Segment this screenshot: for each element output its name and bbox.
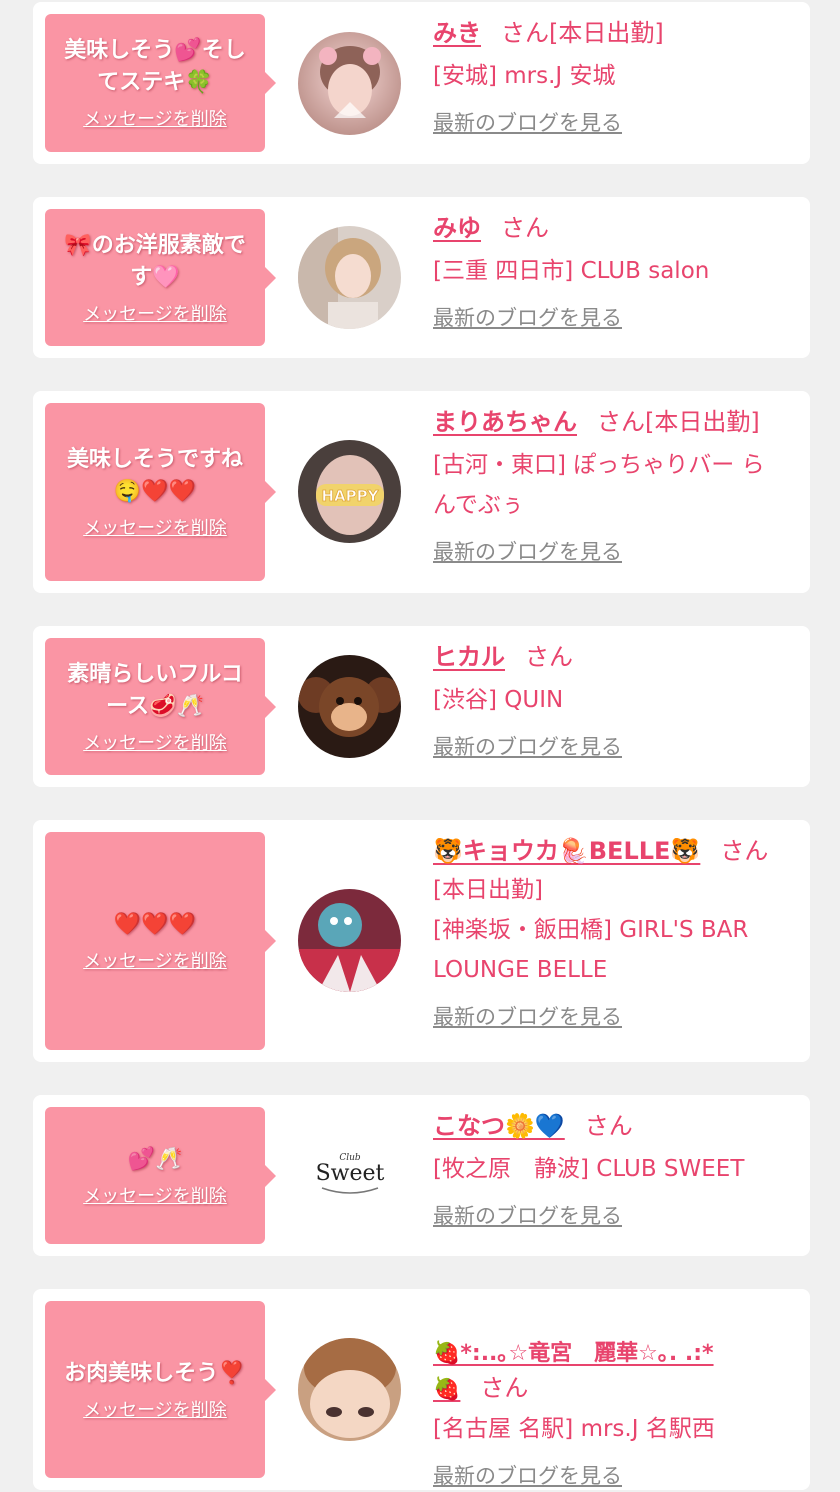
message-text: 🎀のお洋服素敵で す🩷 xyxy=(64,232,246,290)
delete-message-link[interactable]: メッセージを削除 xyxy=(83,304,227,326)
delete-message-link[interactable]: メッセージを削除 xyxy=(83,951,227,973)
message-text: お肉美味しそう❣️ xyxy=(64,1360,246,1386)
shop-info: LOUNGE BELLE xyxy=(433,957,608,983)
cast-info: みゆ さん [三重 四日市] CLUB salon 最新のブログを見る xyxy=(433,211,796,331)
shop-info: [牧之原 静波] CLUB SWEET xyxy=(433,1156,745,1182)
girl-selfie-avatar-icon xyxy=(298,226,401,329)
message-bubble: 🎀のお洋服素敵で す🩷 メッセージを削除 xyxy=(45,209,276,346)
shop-info: [古河・東口] ぽっちゃりバー ら xyxy=(433,452,765,478)
honorific-status: さん xyxy=(525,643,573,671)
cast-info: みき さん[本日出勤] [安城] mrs.J 安城 最新のブログを見る xyxy=(433,16,796,136)
message-bubble: ❤️❤️❤️ メッセージを削除 xyxy=(45,832,276,1050)
cast-info: こなつ🌼💙 さん [牧之原 静波] CLUB SWEET 最新のブログを見る xyxy=(433,1109,796,1229)
shop-info: [本日出勤] xyxy=(433,877,543,903)
name-line: 🐯キョウカ🪼BELLE🐯 さん xyxy=(433,834,796,868)
cast-name-link[interactable]: ヒカル xyxy=(433,643,505,671)
delete-message-link[interactable]: メッセージを削除 xyxy=(83,1400,227,1422)
cast-name-link[interactable]: みき xyxy=(433,19,481,47)
message-card: ❤️❤️❤️ メッセージを削除 🐯キョウカ🪼BELLE🐯 さん [本日出勤] [神… xyxy=(33,820,810,1062)
cast-info: 🐯キョウカ🪼BELLE🐯 さん [本日出勤] [神楽坂・飯田橋] GIRL'S B… xyxy=(433,834,796,1030)
latest-blog-link[interactable]: 最新のブログを見る xyxy=(433,539,622,565)
honorific-status: さん xyxy=(480,1374,529,1402)
latest-blog-link[interactable]: 最新のブログを見る xyxy=(433,734,622,760)
shop-info: [安城] mrs.J 安城 xyxy=(433,63,616,89)
latest-blog-link[interactable]: 最新のブログを見る xyxy=(433,1463,622,1489)
cast-name-link[interactable]: こなつ🌼💙 xyxy=(433,1112,565,1140)
name-line: みゆ さん xyxy=(433,211,796,245)
latest-blog-link[interactable]: 最新のブログを見る xyxy=(433,1004,622,1030)
message-card: 美味しそう💕そし てステキ🍀 メッセージを削除 みき さん[本日出勤] [安城] … xyxy=(33,2,810,164)
cast-name-link[interactable]: 🐯キョウカ🪼BELLE🐯 xyxy=(433,837,700,865)
avatar[interactable]: Club Sweet xyxy=(298,1124,401,1227)
message-text: 素晴らしいフルコ ース🥩🥂 xyxy=(67,661,243,719)
latest-blog-link[interactable]: 最新のブログを見る xyxy=(433,110,622,136)
avatar[interactable] xyxy=(298,32,401,135)
honorific-status: さん xyxy=(584,1112,633,1140)
svg-text:HAPPY: HAPPY xyxy=(321,487,379,505)
honorific-status: さん xyxy=(501,214,549,242)
delete-message-link[interactable]: メッセージを削除 xyxy=(83,733,227,755)
message-card: 素晴らしいフルコ ース🥩🥂 メッセージを削除 ヒカル さん [渋谷] QUIN 最… xyxy=(33,626,810,787)
avatar[interactable] xyxy=(298,226,401,329)
shop-info: [渋谷] QUIN xyxy=(433,687,564,713)
latest-blog-link[interactable]: 最新のブログを見る xyxy=(433,1203,622,1229)
cast-info: ヒカル さん [渋谷] QUIN 最新のブログを見る xyxy=(433,640,796,760)
message-text: 美味しそう💕そし てステキ🍀 xyxy=(64,38,246,95)
happy-sticker-avatar-icon: HAPPY xyxy=(298,440,401,543)
delete-message-link[interactable]: メッセージを削除 xyxy=(83,518,227,540)
name-line: こなつ🌼💙 さん xyxy=(433,1109,796,1143)
message-card: お肉美味しそう❣️ メッセージを削除 🍓*:..｡☆竜宮 麗華☆｡. .:* 🍓… xyxy=(33,1289,810,1490)
message-bubble: 美味しそうですね 🤤❤️❤️ メッセージを削除 xyxy=(45,403,276,581)
latest-blog-link[interactable]: 最新のブログを見る xyxy=(433,305,622,331)
logo-text: Sweet xyxy=(316,1161,385,1186)
message-text: 💕🥂 xyxy=(127,1146,183,1172)
honorific-status: さん xyxy=(720,837,769,865)
cast-name-link[interactable]: まりあちゃん xyxy=(433,408,577,436)
character-avatar-icon xyxy=(298,889,401,992)
message-card: 美味しそうですね 🤤❤️❤️ メッセージを削除 HAPPY まりあちゃん さん[本… xyxy=(33,391,810,593)
message-bubble: お肉美味しそう❣️ メッセージを削除 xyxy=(45,1301,276,1478)
message-bubble: 美味しそう💕そし てステキ🍀 メッセージを削除 xyxy=(45,14,276,152)
name-line: 🍓*:..｡☆竜宮 麗華☆｡. .:* 🍓 さん xyxy=(433,1301,796,1407)
message-text: 美味しそうですね 🤤❤️❤️ xyxy=(66,447,243,504)
avatar[interactable] xyxy=(298,889,401,992)
shop-info: んでぶぅ xyxy=(433,492,524,518)
plush-toy-avatar-icon xyxy=(298,655,401,758)
delete-message-link[interactable]: メッセージを削除 xyxy=(83,1186,227,1208)
girl-closeup-avatar-icon xyxy=(298,1338,401,1441)
cast-info: まりあちゃん さん[本日出勤] [古河・東口] ぽっちゃりバー ら んでぶぅ 最新… xyxy=(433,405,796,565)
name-line: ヒカル さん xyxy=(433,640,796,674)
message-text: ❤️❤️❤️ xyxy=(113,912,197,937)
honorific-status: さん[本日出勤] xyxy=(597,408,760,436)
girl-selfie-avatar-icon xyxy=(298,32,401,135)
name-line: まりあちゃん さん[本日出勤] xyxy=(433,405,796,439)
message-card: 💕🥂 メッセージを削除 Club Sweet こなつ🌼💙 さん [牧之原 静波] … xyxy=(33,1095,810,1256)
message-bubble: 素晴らしいフルコ ース🥩🥂 メッセージを削除 xyxy=(45,638,276,775)
avatar[interactable] xyxy=(298,1338,401,1441)
delete-message-link[interactable]: メッセージを削除 xyxy=(83,109,227,131)
avatar[interactable]: HAPPY xyxy=(298,440,401,543)
avatar[interactable] xyxy=(298,655,401,758)
name-line: みき さん[本日出勤] xyxy=(433,16,796,50)
club-sweet-logo-avatar-icon: Club Sweet xyxy=(298,1124,401,1227)
message-bubble: 💕🥂 メッセージを削除 xyxy=(45,1107,276,1244)
shop-info: [三重 四日市] CLUB salon xyxy=(433,258,710,284)
shop-info: [名古屋 名駅] mrs.J 名駅西 xyxy=(433,1416,715,1442)
shop-info: [神楽坂・飯田橋] GIRL'S BAR xyxy=(433,917,749,943)
cast-name-link[interactable]: みゆ xyxy=(433,214,481,242)
cast-name-link[interactable]: 🍓*:..｡☆竜宮 麗華☆｡. .:* 🍓 xyxy=(433,1341,714,1402)
message-card: 🎀のお洋服素敵で す🩷 メッセージを削除 みゆ さん [三重 四日市] CLUB … xyxy=(33,197,810,358)
honorific-status: さん[本日出勤] xyxy=(501,19,664,47)
cast-info: 🍓*:..｡☆竜宮 麗華☆｡. .:* 🍓 さん [名古屋 名駅] mrs.J 名… xyxy=(433,1301,796,1489)
